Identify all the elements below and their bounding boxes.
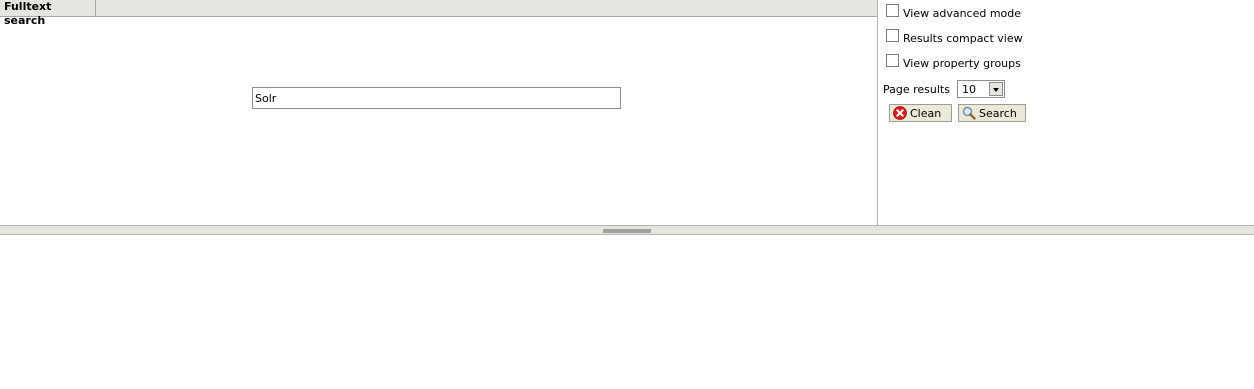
compact-view-label: Results compact view [903,32,1023,45]
fulltext-search-input[interactable] [252,87,621,109]
clean-button-label: Clean [910,107,942,120]
search-button-label: Search [979,107,1017,120]
panel-splitter[interactable] [0,225,1254,235]
property-groups-checkbox[interactable] [886,54,899,67]
clean-button[interactable]: Clean [889,104,952,122]
options-panel: View advanced mode Results compact view … [878,0,1254,225]
magnifier-icon [962,106,976,120]
chevron-down-icon[interactable] [989,82,1003,96]
search-area: Fulltext search View advanced mode Resul… [0,0,1254,225]
red-x-icon [893,106,907,120]
splitter-grip-icon[interactable] [603,229,651,233]
page-results-value: 10 [962,83,976,96]
property-groups-label: View property groups [903,57,1021,70]
tab-strip: Fulltext search [0,0,877,27]
search-panel: Fulltext search [0,0,878,225]
page-results-select[interactable]: 10 [957,80,1005,98]
search-button[interactable]: Search [958,104,1026,122]
results-panel [0,235,1254,389]
advanced-mode-checkbox[interactable] [886,4,899,17]
compact-view-checkbox[interactable] [886,29,899,42]
advanced-mode-label: View advanced mode [903,7,1022,20]
tab-fulltext-search[interactable]: Fulltext search [0,0,96,27]
page-results-label: Page results [883,83,950,96]
